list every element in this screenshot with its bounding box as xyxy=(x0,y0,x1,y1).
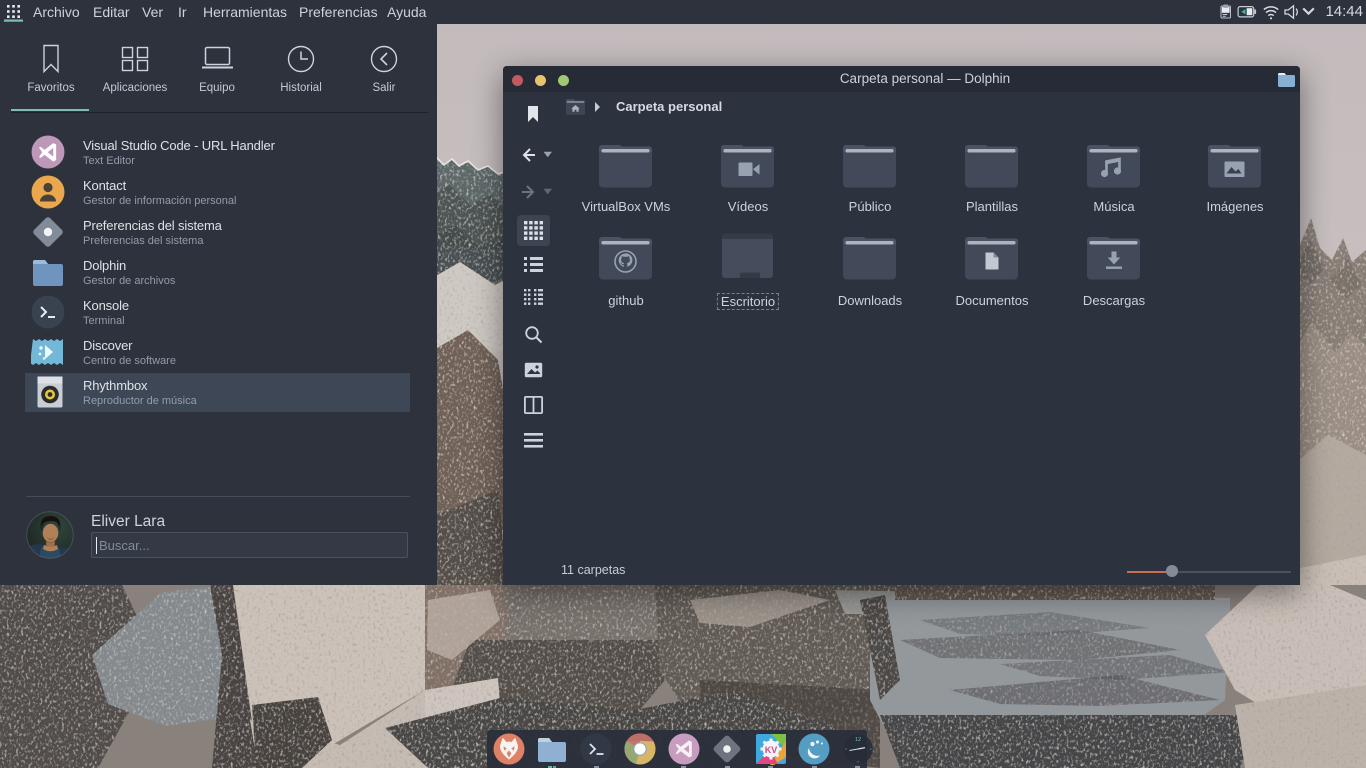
svg-text:12: 12 xyxy=(854,737,860,743)
svg-text:KV: KV xyxy=(764,745,777,755)
